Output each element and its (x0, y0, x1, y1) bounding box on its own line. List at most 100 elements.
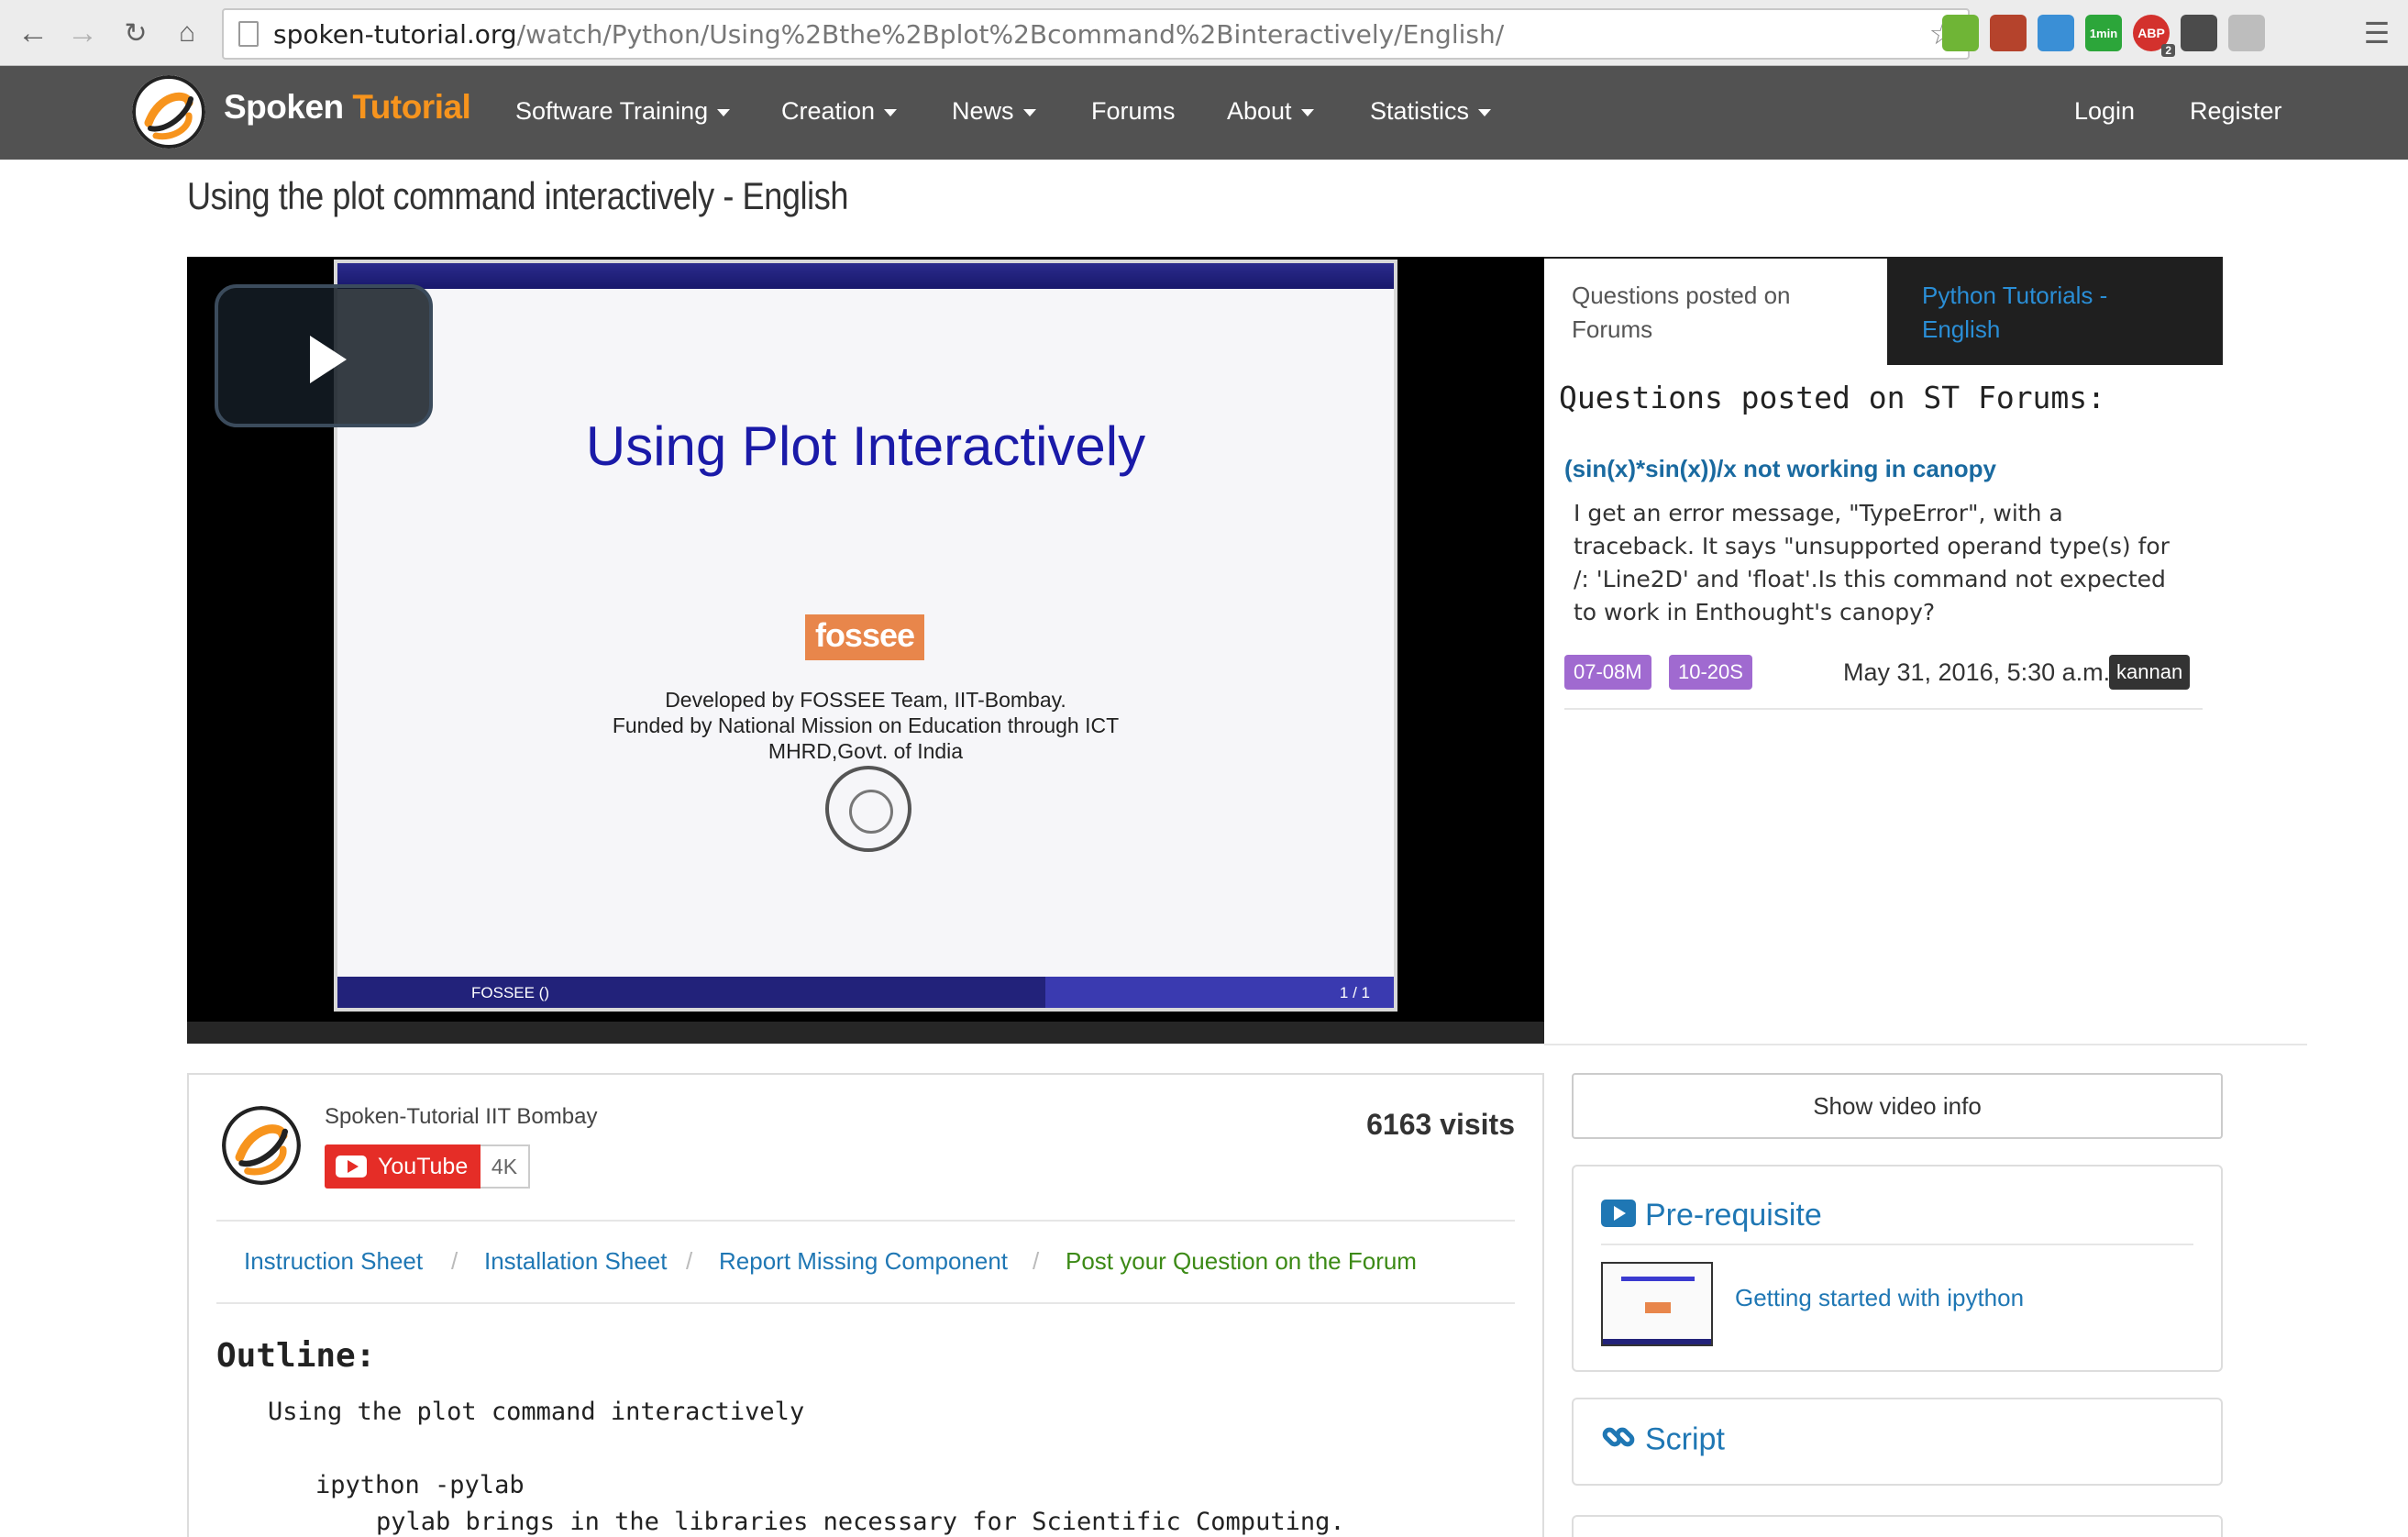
play-button[interactable] (215, 284, 433, 427)
question-tag[interactable]: 07-08M (1564, 655, 1651, 690)
caret-down-icon (1478, 108, 1492, 116)
nav-label: Creation (781, 97, 876, 125)
channel-name[interactable]: Spoken-Tutorial IIT Bombay (325, 1104, 597, 1130)
login-link[interactable]: Login (2074, 97, 2135, 126)
section-divider (1544, 1044, 2307, 1045)
slide-footer-left: FOSSEE () (471, 984, 550, 1001)
question-date: May 31, 2016, 5:30 a.m. (1843, 658, 2111, 686)
forum-heading: Questions posted on ST Forums: (1559, 380, 2106, 415)
1min-label: 1min (2089, 26, 2118, 40)
youtube-subscribe-button[interactable]: YouTube (325, 1144, 480, 1189)
question-body: I get an error message, "TypeError", wit… (1574, 500, 2170, 625)
back-icon[interactable]: ← (15, 13, 51, 53)
visit-count: 6163 visits (1366, 1108, 1515, 1141)
site-navbar: Spoken Tutorial Software Training Creati… (0, 66, 2408, 160)
video-info-panel: Spoken-Tutorial IIT Bombay YouTube 4K 61… (187, 1073, 1544, 1537)
channel-avatar[interactable] (222, 1106, 301, 1185)
nav-software-training[interactable]: Software Training (515, 97, 731, 126)
browser-toolbar: ← → ↻ ⌂ spoken-tutorial.org/watch/Python… (0, 0, 2408, 66)
thumb-title-mark (1621, 1277, 1695, 1281)
video-frame: Using Plot Interactively fossee Develope… (334, 260, 1397, 1012)
video-progress-bar[interactable] (187, 1022, 1544, 1044)
question-tag[interactable]: 10-20S (1669, 655, 1752, 690)
slide-footer-right: 1 / 1 (1339, 984, 1370, 1001)
reload-icon[interactable]: ↻ (117, 13, 154, 53)
link-separator: / (451, 1247, 458, 1275)
tab-forum-questions[interactable]: Questions posted on Forums (1544, 259, 1887, 365)
slide-header-bar (337, 263, 1394, 289)
prerequisite-card: Pre-requisite Getting started with ipyth… (1572, 1165, 2223, 1372)
nav-label: News (952, 97, 1014, 125)
nav-about[interactable]: About (1227, 97, 1314, 126)
outline-line: Using the plot command interactively (268, 1398, 805, 1426)
slide-title: Using Plot Interactively (585, 415, 1146, 477)
prerequisite-heading-label: Pre-requisite (1645, 1198, 1822, 1233)
brand-second: Tutorial (352, 88, 471, 126)
shield-icon[interactable] (2181, 15, 2217, 51)
nav-creation[interactable]: Creation (781, 97, 898, 126)
brand-first: Spoken (224, 88, 344, 126)
register-link[interactable]: Register (2190, 97, 2282, 126)
nav-label: Statistics (1370, 97, 1470, 125)
thumb-footer-mark (1603, 1339, 1711, 1344)
puzzle-icon[interactable] (1990, 15, 2027, 51)
next-card (1572, 1515, 2223, 1537)
instruction-sheet-link[interactable]: Instruction Sheet (244, 1247, 423, 1276)
nav-news[interactable]: News (952, 97, 1036, 126)
caret-down-icon (717, 108, 731, 116)
spoken-tutorial-logo[interactable] (132, 75, 205, 149)
tab-python-tutorials[interactable]: Python Tutorials - English (1922, 279, 2188, 347)
page-title: Using the plot command interactively - E… (187, 174, 849, 217)
nav-label: Software Training (515, 97, 709, 125)
question-user-badge[interactable]: kannan (2109, 655, 2191, 690)
iit-seal-icon (825, 766, 911, 852)
link-separator: / (686, 1247, 693, 1275)
card-divider (1601, 1244, 2193, 1245)
home-icon[interactable]: ⌂ (169, 13, 205, 53)
nav-forums[interactable]: Forums (1091, 97, 1176, 126)
credit-line: MHRD,Govt. of India (768, 739, 964, 763)
settings-icon[interactable] (2228, 15, 2265, 51)
brand-name[interactable]: Spoken Tutorial (224, 88, 471, 127)
video-play-icon (1601, 1199, 1636, 1235)
prerequisite-link[interactable]: Getting started with ipython (1735, 1284, 2024, 1312)
report-missing-link[interactable]: Report Missing Component (719, 1247, 1008, 1276)
fossee-logo: fossee (805, 614, 924, 660)
thumb-logo-mark (1645, 1302, 1671, 1313)
side-tabs: Questions posted on Forums Python Tutori… (1544, 257, 2223, 365)
question-title-link[interactable]: (sin(x)*sin(x))/x not working in canopy (1564, 455, 1996, 483)
outline-heading: Outline: (216, 1337, 376, 1375)
address-bar[interactable]: spoken-tutorial.org/watch/Python/Using%2… (222, 8, 1970, 60)
post-question-link[interactable]: Post your Question on the Forum (1066, 1247, 1417, 1276)
script-heading[interactable]: Script (1601, 1420, 1725, 1463)
url-host: spoken-tutorial.org (273, 18, 517, 50)
script-card: Script (1572, 1398, 2223, 1486)
credit-line: Developed by FOSSEE Team, IIT-Bombay. (665, 688, 1066, 712)
outline-line: pylab brings in the libraries necessary … (376, 1508, 1345, 1536)
adblock-badge: 2 (2161, 44, 2175, 57)
adblock-icon[interactable]: ABP 2 (2133, 15, 2175, 57)
nav-label: Forums (1091, 97, 1176, 125)
adblock-label: ABP (2137, 26, 2165, 40)
menu-icon[interactable]: ☰ (2358, 13, 2395, 53)
subscriber-count: 4K (480, 1144, 530, 1189)
slide-credits: Developed by FOSSEE Team, IIT-Bombay. Fu… (337, 687, 1394, 764)
video-player[interactable]: Using Plot Interactively fossee Develope… (187, 257, 1544, 1044)
installation-sheet-link[interactable]: Installation Sheet (484, 1247, 667, 1276)
window-icon[interactable] (2038, 15, 2074, 51)
show-video-info-button[interactable]: Show video info (1572, 1073, 2223, 1139)
script-heading-label: Script (1645, 1421, 1725, 1457)
evernote-icon[interactable] (1942, 15, 1979, 51)
prerequisite-heading[interactable]: Pre-requisite (1601, 1198, 1822, 1235)
link-separator: / (1033, 1247, 1040, 1275)
caret-down-icon (1022, 108, 1036, 116)
nav-statistics[interactable]: Statistics (1370, 97, 1492, 126)
resource-links: Instruction Sheet / Installation Sheet /… (216, 1220, 1515, 1304)
outline-line: ipython -pylab (315, 1471, 525, 1499)
1min-icon[interactable]: 1min (2085, 15, 2122, 51)
forward-icon[interactable]: → (64, 13, 101, 53)
caret-down-icon (1300, 108, 1314, 116)
prerequisite-thumbnail[interactable] (1601, 1262, 1713, 1346)
credit-line: Funded by National Mission on Education … (612, 713, 1120, 737)
slide-footer-bar: FOSSEE () 1 / 1 (337, 977, 1394, 1008)
